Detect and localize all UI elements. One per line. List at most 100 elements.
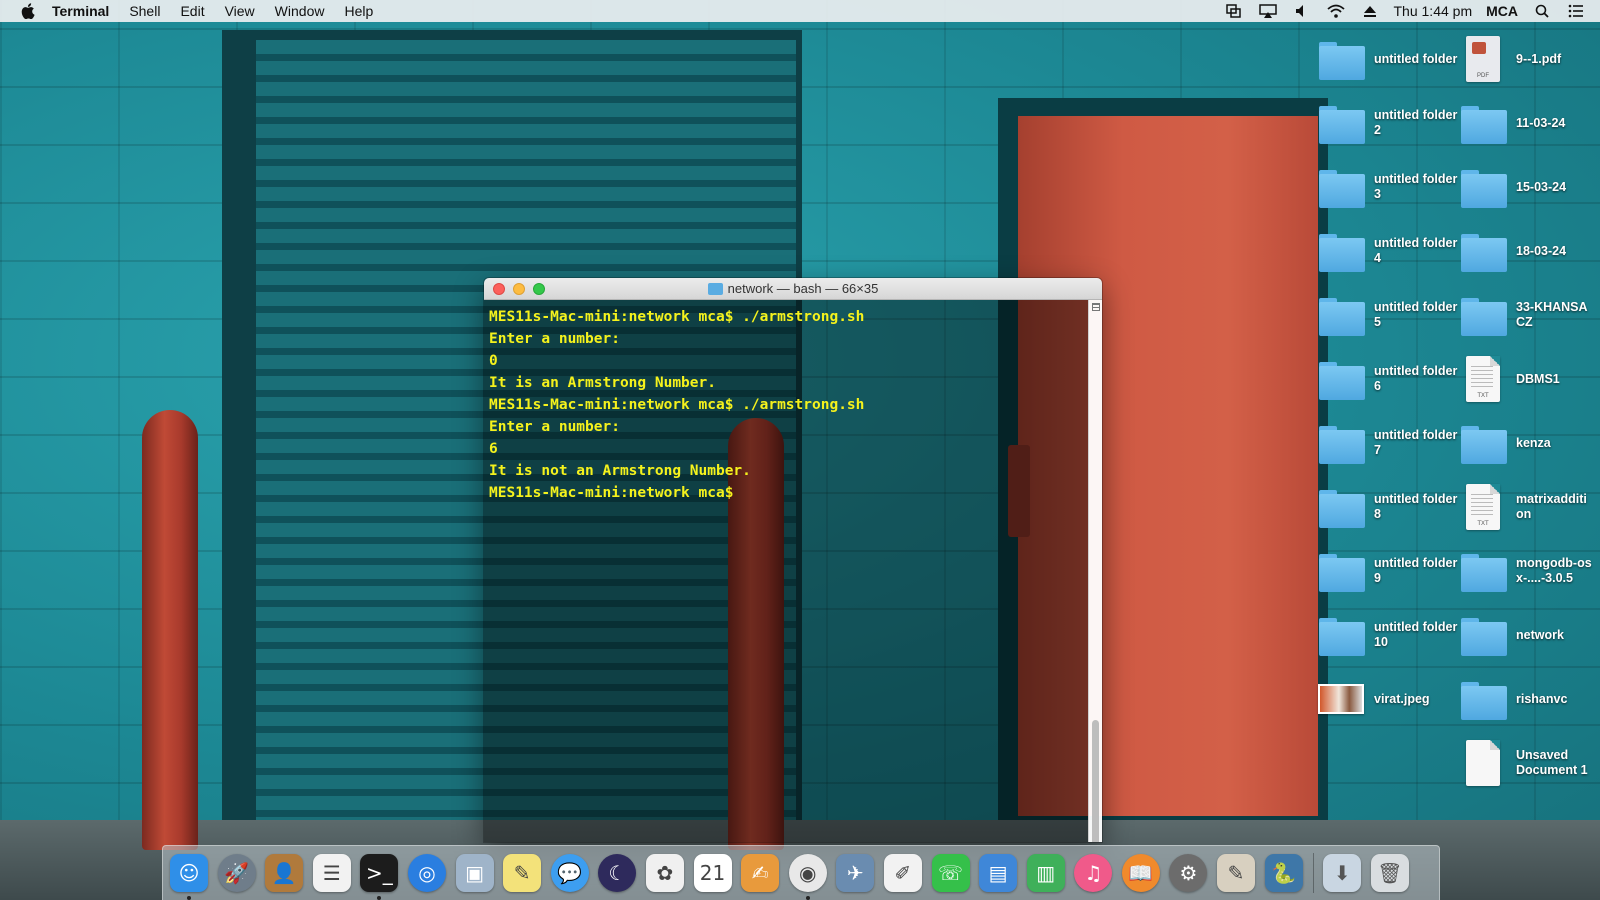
desktop-folder-untitled-8[interactable]: untitled folder 8 [1316,484,1458,530]
desktop-icon-label: untitled folder 10 [1374,620,1458,649]
dock-contacts[interactable]: 👤 [264,852,304,894]
desktop-folder-untitled[interactable]: untitled folder [1316,36,1458,82]
launchpad-icon: 🚀 [217,854,256,892]
zoom-button[interactable] [533,282,545,295]
desktop-folder-untitled-9[interactable]: untitled folder 9 [1316,548,1458,594]
dock-ibooks[interactable]: 📖 [1121,852,1161,894]
dock-keynote[interactable]: ▤ [978,852,1018,894]
apple-menu-icon[interactable] [18,3,38,19]
dock-python-launcher[interactable]: 🐍 [1264,852,1304,894]
folder-icon [1458,548,1508,594]
desktop-icon-label: untitled folder 6 [1374,364,1458,393]
dock-preview-photo[interactable]: ✈ [835,852,875,894]
desktop-folder-untitled-3[interactable]: untitled folder 3 [1316,164,1458,210]
dock-itunes[interactable]: ♫ [1073,852,1113,894]
window-title-text: network — bash — 66×35 [727,281,879,296]
dock-calendar[interactable]: 21 [693,852,733,894]
eclipse-icon: ☾ [598,854,637,892]
photos-icon: ✿ [645,854,684,892]
desktop-folder-untitled-2[interactable]: untitled folder 2 [1316,100,1458,146]
scroll-thumb[interactable] [1092,720,1099,842]
dock-system-preferences[interactable]: ⚙ [1168,852,1208,894]
dock-terminal[interactable]: >_ [359,852,399,900]
dock-facetime[interactable]: ☏ [931,852,971,894]
folder-icon [1458,292,1508,338]
desktop-folder-untitled-6[interactable]: untitled folder 6 [1316,356,1458,402]
desktop-folder-rishanvc[interactable]: rishanvc [1458,676,1592,722]
clock[interactable]: Thu 1:44 pm [1394,3,1473,19]
menu-app-name[interactable]: Terminal [52,3,109,19]
terminal-line: It is an Armstrong Number. [489,375,716,391]
python-launcher-icon: 🐍 [1264,854,1303,892]
notification-center-icon[interactable] [1566,3,1586,19]
desktop-folder-network[interactable]: network [1458,612,1592,658]
dock-numbers[interactable]: ▥ [1026,852,1066,894]
desktop-folder-untitled-5[interactable]: untitled folder 5 [1316,292,1458,338]
dock-script-editor[interactable]: ✎ [1216,852,1256,894]
textedit-icon: ✐ [883,854,922,892]
dock-chrome[interactable]: ◉ [788,852,828,900]
menu-window[interactable]: Window [275,3,325,19]
desktop-folder-18-03-24[interactable]: 18-03-24 [1458,228,1592,274]
desktop-folder-33-khansa[interactable]: 33-KHANSA CZ [1458,292,1592,338]
eject-icon[interactable] [1360,3,1380,19]
split-pane-icon[interactable] [1092,303,1100,311]
desktop-icon-label: 15-03-24 [1516,179,1567,194]
dock-reminders[interactable]: ☰ [312,852,352,894]
dock-photos[interactable]: ✿ [645,852,685,894]
dock-preview[interactable]: ▣ [455,852,495,894]
desktop-file-dbms1[interactable]: TXT DBMS1 [1458,356,1592,402]
dock-trash[interactable]: 🗑 [1370,852,1410,894]
volume-icon[interactable] [1292,3,1312,19]
folder-icon [1458,676,1508,722]
dock-notes[interactable]: ✎ [502,852,542,894]
dock-launchpad[interactable]: 🚀 [217,852,257,894]
dock-safari[interactable]: ◎ [407,852,447,894]
dock-separator [1313,853,1315,893]
desktop-folder-11-03-24[interactable]: 11-03-24 [1458,100,1592,146]
dock-downloads-stack[interactable]: ⬇ [1322,852,1362,894]
desktop-icon-label: untitled folder 7 [1374,428,1458,457]
menu-help[interactable]: Help [344,3,373,19]
spotlight-search-icon[interactable] [1532,3,1552,19]
minimize-button[interactable] [513,282,525,295]
desktop-file-virat-jpeg[interactable]: virat.jpeg [1316,676,1458,722]
desktop-folder-untitled-10[interactable]: untitled folder 10 [1316,612,1458,658]
folder-icon [707,282,723,295]
dock-eclipse[interactable]: ☾ [597,852,637,894]
desktop-file-unsaved-document[interactable]: Unsaved Document 1 [1458,740,1596,786]
wifi-icon[interactable] [1326,3,1346,19]
dock-textedit[interactable]: ✐ [883,852,923,894]
terminal-titlebar[interactable]: network — bash — 66×35 [484,278,1102,300]
desktop-file-pdf[interactable]: PDF 9--1.pdf [1458,36,1592,82]
user-menu[interactable]: MCA [1486,3,1518,19]
close-button[interactable] [493,282,505,295]
menu-edit[interactable]: Edit [180,3,204,19]
desktop-folder-untitled-4[interactable]: untitled folder 4 [1316,228,1458,274]
mirroring-icon[interactable] [1224,3,1244,19]
desktop-folder-15-03-24[interactable]: 15-03-24 [1458,164,1592,210]
script-editor-icon: ✎ [1217,854,1256,892]
folder-icon [1316,548,1366,594]
terminal-output[interactable]: MES11s-Mac-mini:network mca$ ./armstrong… [484,300,1088,842]
dock-messages[interactable]: 💬 [550,852,590,894]
terminal-line: 6 [489,441,498,457]
textedit-pages-icon: ✍ [741,854,780,892]
dock-textedit-pages[interactable]: ✍ [740,852,780,894]
dock-finder[interactable]: ☺ [169,852,209,900]
downloads-stack-icon: ⬇ [1323,854,1362,892]
terminal-scrollbar[interactable] [1088,300,1102,842]
desktop-folder-kenza[interactable]: kenza [1458,420,1592,466]
menu-view[interactable]: View [225,3,255,19]
system-preferences-icon: ⚙ [1169,854,1208,892]
menu-shell[interactable]: Shell [129,3,160,19]
terminal-window[interactable]: network — bash — 66×35 MES11s-Mac-mini:n… [484,278,1102,842]
desktop-icon-label: 11-03-24 [1516,115,1566,130]
desktop-icon-label: untitled folder 4 [1374,236,1458,265]
desktop-folder-untitled-7[interactable]: untitled folder 7 [1316,420,1458,466]
pdf-file-icon: PDF [1458,36,1508,82]
desktop-folder-mongodb[interactable]: mongodb-osx-....-3.0.5 [1458,548,1594,594]
desktop-icon-label: 9--1.pdf [1516,51,1562,66]
airplay-icon[interactable] [1258,3,1278,19]
desktop-file-matrixaddition[interactable]: TXT matrixaddition [1458,484,1592,530]
